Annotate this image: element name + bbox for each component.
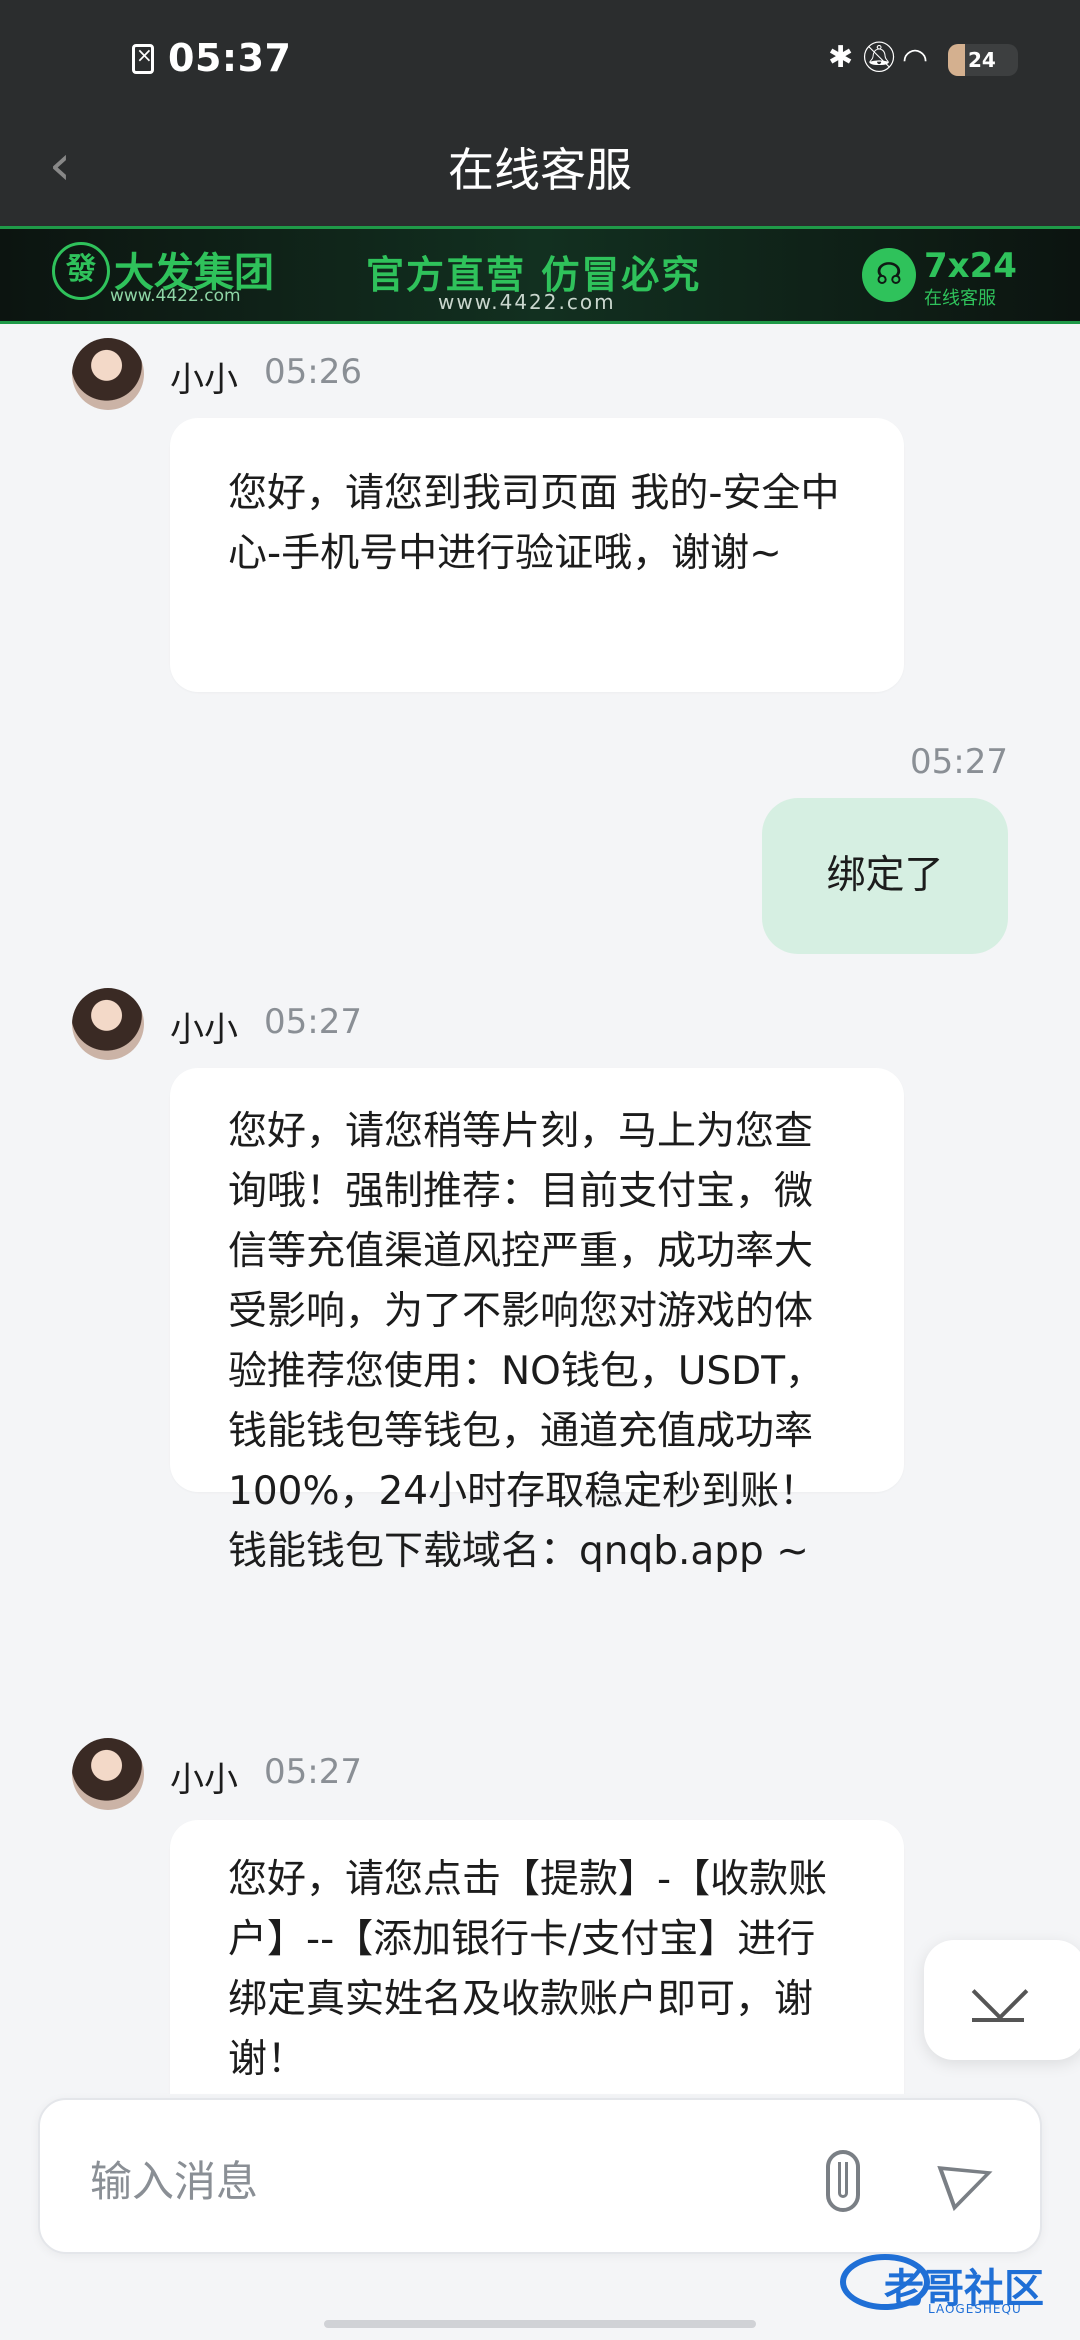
chat-messages[interactable]: 小小 05:26 您好，请您到我司页面 我的-安全中心-手机号中进行验证哦，谢谢…	[0, 324, 1080, 2094]
avatar[interactable]	[72, 1738, 144, 1810]
send-icon[interactable]	[937, 2148, 1001, 2212]
sender-name: 小小	[170, 1760, 238, 1800]
banner-border-top	[0, 226, 1080, 229]
top-bar: 05:37 ✱ 🔕︎ ◠ 24 ‹ 在线客服	[0, 0, 1080, 226]
home-indicator[interactable]	[324, 2320, 756, 2328]
scroll-down-button[interactable]	[924, 1940, 1080, 2060]
scroll-down-icon-bar	[972, 2018, 1024, 2022]
message-bubble[interactable]: 您好，请您稍等片刻，马上为您查询哦！强制推荐：目前支付宝，微信等充值渠道风控严重…	[170, 1068, 904, 1574]
sim-icon	[132, 43, 154, 74]
battery-level: 24	[968, 48, 996, 72]
message-time: 05:27	[264, 1002, 362, 1042]
status-time: 05:37	[168, 36, 292, 80]
app-header: ‹ 在线客服	[0, 120, 1080, 226]
battery-icon: 24	[948, 44, 1018, 76]
message-input[interactable]: 输入消息	[90, 2148, 258, 2209]
message-composer[interactable]: 输入消息	[38, 2098, 1042, 2254]
wifi-icon: ◠	[902, 42, 929, 77]
sender-name: 小小	[170, 1010, 238, 1050]
message-time: 05:26	[264, 352, 362, 392]
brand-logo-icon: 發	[52, 242, 110, 300]
message-bubble[interactable]: 您好，请您到我司页面 我的-安全中心-手机号中进行验证哦，谢谢~	[170, 418, 904, 692]
avatar[interactable]	[72, 338, 144, 410]
banner-service-hours: 7x24	[924, 246, 1017, 286]
banner-slogan-url: www.4422.com	[438, 290, 616, 314]
status-bar: 05:37 ✱ 🔕︎ ◠ 24	[0, 0, 1080, 120]
message-bubble[interactable]: 您好，请您点击【提款】-【收款账户】--【添加银行卡/支付宝】进行绑定真实姓名及…	[170, 1820, 904, 2094]
promo-banner[interactable]: 發 大发集团 www.4422.com 官方直营 仿冒必究 www.4422.c…	[0, 226, 1080, 324]
headset-icon: ☊	[862, 248, 916, 302]
message-time: 05:27	[910, 742, 1008, 782]
paperclip-icon[interactable]	[826, 2150, 860, 2212]
bell-off-icon: 🔕︎	[860, 40, 899, 75]
sender-name: 小小	[170, 360, 238, 400]
avatar[interactable]	[72, 988, 144, 1060]
scroll-down-icon	[971, 1963, 1029, 2021]
message-bubble[interactable]: 绑定了	[762, 798, 1008, 954]
page-title: 在线客服	[448, 143, 632, 197]
banner-service-label: 在线客服	[924, 288, 996, 309]
watermark-sub: LAOGESHEQU	[928, 2302, 1022, 2316]
battery-fill	[948, 44, 965, 76]
watermark-logo: 老哥社区 LAOGESHEQU	[840, 2246, 1060, 2316]
bluetooth-icon: ✱	[828, 40, 854, 75]
banner-brand-url: www.4422.com	[110, 286, 241, 306]
message-time: 05:27	[264, 1752, 362, 1792]
